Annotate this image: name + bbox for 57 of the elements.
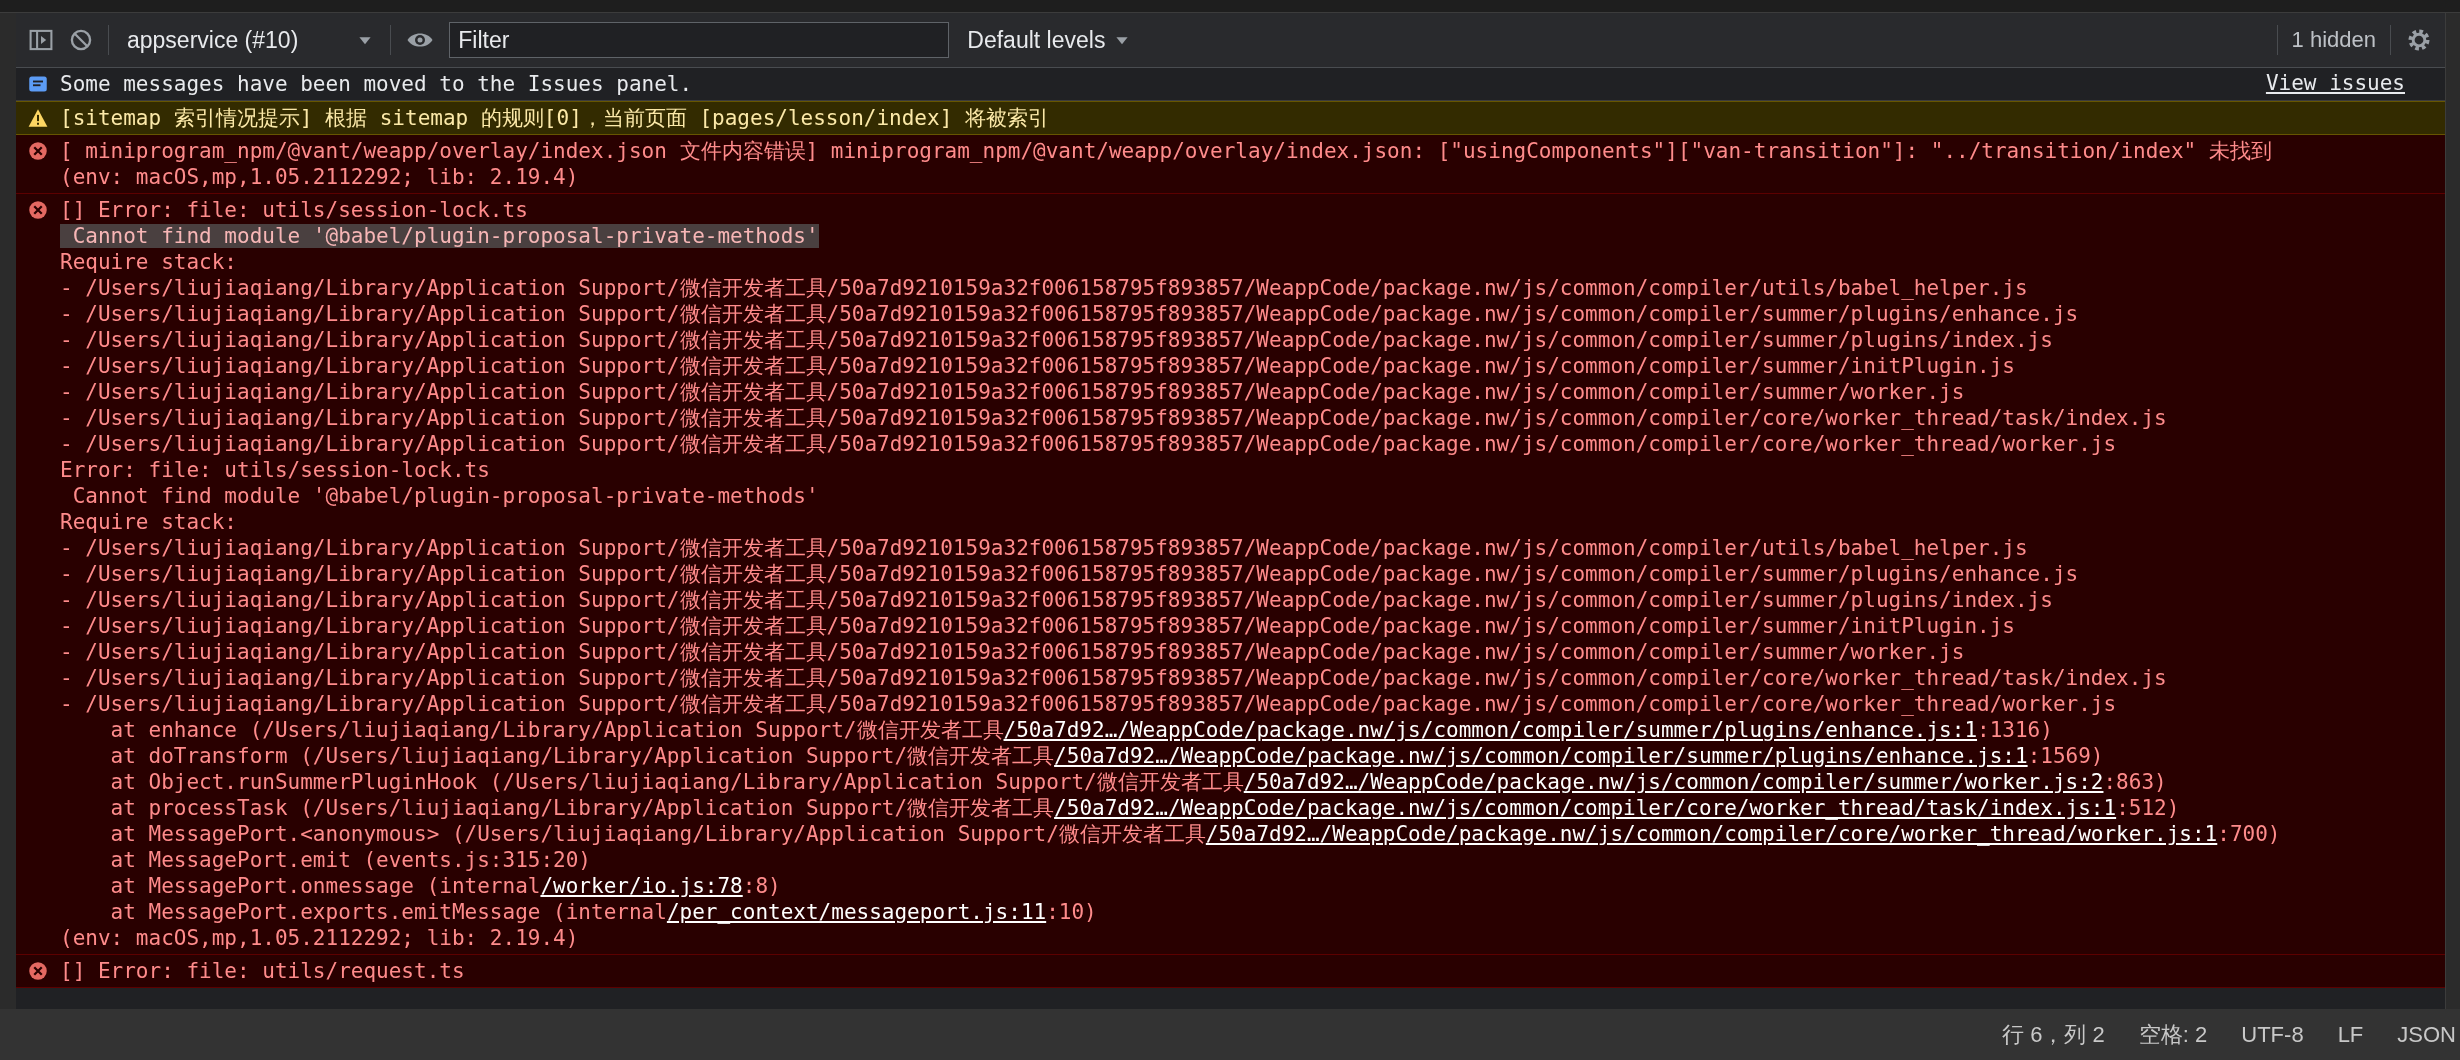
- source-link[interactable]: /50a7d92…/WeappCode/package.nw/js/common/compiler/summer/plugins/enhance.js:1: [1054, 744, 2028, 768]
- status-item[interactable]: 空格: 2: [2138, 1019, 2208, 1050]
- log-line: (env: macOS,mp,1.05.2112292; lib: 2.19.4): [60, 925, 580, 951]
- stack-trace-line: at doTransform (/Users/liujiaqiang/Library/Application Support/微信开发者工具/50a7d92…/WeappCode/package.nw/js/common/compiler/summer/plugins/enhance.js:1:1569): [109, 743, 2105, 769]
- log-line: (env: macOS,mp,1.05.2112292; lib: 2.19.4): [60, 164, 580, 190]
- levels-dropdown[interactable]: Default levels: [963, 26, 1134, 54]
- error-icon: [28, 961, 48, 981]
- sidebar-toggle-icon[interactable]: [28, 27, 54, 53]
- log-line: [] Error: file: utils/request.ts: [60, 958, 466, 984]
- status-item[interactable]: UTF-8: [2241, 1021, 2304, 1048]
- error-icon: [28, 200, 48, 220]
- hidden-count: 1 hidden: [2291, 27, 2376, 53]
- status-item[interactable]: JSON: [2397, 1021, 2456, 1048]
- source-link[interactable]: /50a7d92…/WeappCode/package.nw/js/common/compiler/core/worker_thread/task/index.js:1: [1054, 796, 2117, 820]
- log-line: - /Users/liujiaqiang/Library/Application Support/微信开发者工具/50a7d9210159a32f006158795f893857/WeappCode/package.nw/js/common/compiler/core/worker_thread/worker.js: [60, 431, 2118, 457]
- log-line: - /Users/liujiaqiang/Library/Application Support/微信开发者工具/50a7d9210159a32f006158795f893857/WeappCode/package.nw/js/common/compiler/summer/plugins/enhance.js: [60, 301, 2080, 327]
- log-line: - /Users/liujiaqiang/Library/Application Support/微信开发者工具/50a7d9210159a32f006158795f893857/WeappCode/package.nw/js/common/compiler/summer/initPlugin.js: [60, 353, 2016, 379]
- log-line: at MessagePort.emit (events.js:315:20): [109, 847, 592, 873]
- status-item[interactable]: 行 6，列 2: [2002, 1019, 2105, 1050]
- log-line: [sitemap 索引情况提示] 根据 sitemap 的规则[0]，当前页面 [pages/lesson/index] 将被索引: [60, 105, 1050, 131]
- clear-icon[interactable]: [68, 27, 94, 53]
- stack-trace-line: at enhance (/Users/liujiaqiang/Library/Application Support/微信开发者工具/50a7d92…/WeappCode/package.nw/js/common/compiler/summer/plugins/enhance.js:1:1316): [109, 717, 2054, 743]
- log-line: - /Users/liujiaqiang/Library/Application Support/微信开发者工具/50a7d9210159a32f006158795f893857/WeappCode/package.nw/js/common/compiler/utils/babel_helper.js: [60, 275, 2029, 301]
- stack-trace-line: at MessagePort.onmessage (internal/worker/io.js:78:8): [109, 873, 782, 899]
- stack-trace-line: at MessagePort.<anonymous> (/Users/liujiaqiang/Library/Application Support/微信开发者工具/50a7d92…/WeappCode/package.nw/js/common/compiler/core/worker_thread/worker.js:1:700): [109, 821, 2282, 847]
- log-line: - /Users/liujiaqiang/Library/Application Support/微信开发者工具/50a7d9210159a32f006158795f893857/WeappCode/package.nw/js/common/compiler/summer/worker.js: [60, 639, 1966, 665]
- log-line: - /Users/liujiaqiang/Library/Application Support/微信开发者工具/50a7d9210159a32f006158795f893857/WeappCode/package.nw/js/common/compiler/utils/babel_helper.js: [60, 535, 2029, 561]
- stack-trace-line: at Object.runSummerPluginHook (/Users/liujiaqiang/Library/Application Support/微信开发者工具/50a7d92…/WeappCode/package.nw/js/common/compiler/summer/worker.js:2:863): [109, 769, 2168, 795]
- log-line: [ miniprogram_npm/@vant/weapp/overlay/index.json 文件内容错误] miniprogram_npm/@vant/weapp/overlay/index.json: ["usingComponents"]["van-transition"]: "../transition/index" 未找到: [60, 138, 2273, 164]
- status-item[interactable]: LF: [2337, 1021, 2364, 1048]
- source-link[interactable]: /worker/io.js:78: [540, 874, 743, 898]
- source-link[interactable]: /50a7d92…/WeappCode/package.nw/js/common/compiler/core/worker_thread/worker.js:1: [1205, 822, 2218, 846]
- source-link[interactable]: /per_context/messageport.js:11: [666, 900, 1047, 924]
- info-icon: [28, 74, 48, 94]
- log-line: Cannot find module '@babel/plugin-proposal-private-methods': [71, 483, 820, 509]
- log-line: Require stack:: [60, 249, 238, 275]
- log-line: [] Error: file: utils/session-lock.ts: [60, 197, 529, 223]
- log-line: Require stack:: [60, 509, 238, 535]
- log-line: - /Users/liujiaqiang/Library/Application Support/微信开发者工具/50a7d9210159a32f006158795f893857/WeappCode/package.nw/js/common/compiler/summer/plugins/index.js: [60, 587, 2054, 613]
- log-line: - /Users/liujiaqiang/Library/Application Support/微信开发者工具/50a7d9210159a32f006158795f893857/WeappCode/package.nw/js/common/compiler/summer/initPlugin.js: [60, 613, 2016, 639]
- log-line: - /Users/liujiaqiang/Library/Application Support/微信开发者工具/50a7d9210159a32f006158795f893857/WeappCode/package.nw/js/common/compiler/summer/worker.js: [60, 379, 1966, 405]
- warning-icon: [28, 108, 48, 128]
- log-line: - /Users/liujiaqiang/Library/Application Support/微信开发者工具/50a7d9210159a32f006158795f893857/WeappCode/package.nw/js/common/compiler/core/worker_thread/task/index.js: [60, 405, 2168, 431]
- log-line: - /Users/liujiaqiang/Library/Application Support/微信开发者工具/50a7d9210159a32f006158795f893857/WeappCode/package.nw/js/common/compiler/core/worker_thread/task/index.js: [60, 665, 2168, 691]
- view-issues-link[interactable]: View issues: [2265, 71, 2405, 97]
- filter-field[interactable]: Filter: [449, 22, 950, 58]
- log-line: Error: file: utils/session-lock.ts: [60, 457, 491, 483]
- source-link[interactable]: /50a7d92…/WeappCode/package.nw/js/common/compiler/summer/worker.js:2: [1243, 770, 2104, 794]
- error-icon: [28, 141, 48, 161]
- stack-trace-line: at MessagePort.exports.emitMessage (internal/per_context/messageport.js:11:10): [109, 899, 1098, 925]
- log-line: - /Users/liujiaqiang/Library/Application Support/微信开发者工具/50a7d9210159a32f006158795f893857/WeappCode/package.nw/js/common/compiler/summer/plugins/enhance.js: [60, 561, 2080, 587]
- log-line: - /Users/liujiaqiang/Library/Application Support/微信开发者工具/50a7d9210159a32f006158795f893857/WeappCode/package.nw/js/common/compiler/core/worker_thread/worker.js: [60, 691, 2118, 717]
- source-link[interactable]: /50a7d92…/WeappCode/package.nw/js/common/compiler/summer/plugins/enhance.js:1: [1003, 718, 1978, 742]
- context-select[interactable]: appservice (#10): [123, 26, 377, 54]
- log-line: Some messages have been moved to the Issues panel.: [60, 71, 694, 97]
- stack-trace-line: at processTask (/Users/liujiaqiang/Library/Application Support/微信开发者工具/50a7d92…/WeappCode/package.nw/js/common/compiler/core/worker_thread/task/index.js:1:512): [109, 795, 2181, 821]
- log-line: - /Users/liujiaqiang/Library/Application Support/微信开发者工具/50a7d9210159a32f006158795f893857/WeappCode/package.nw/js/common/compiler/summer/plugins/index.js: [60, 327, 2054, 353]
